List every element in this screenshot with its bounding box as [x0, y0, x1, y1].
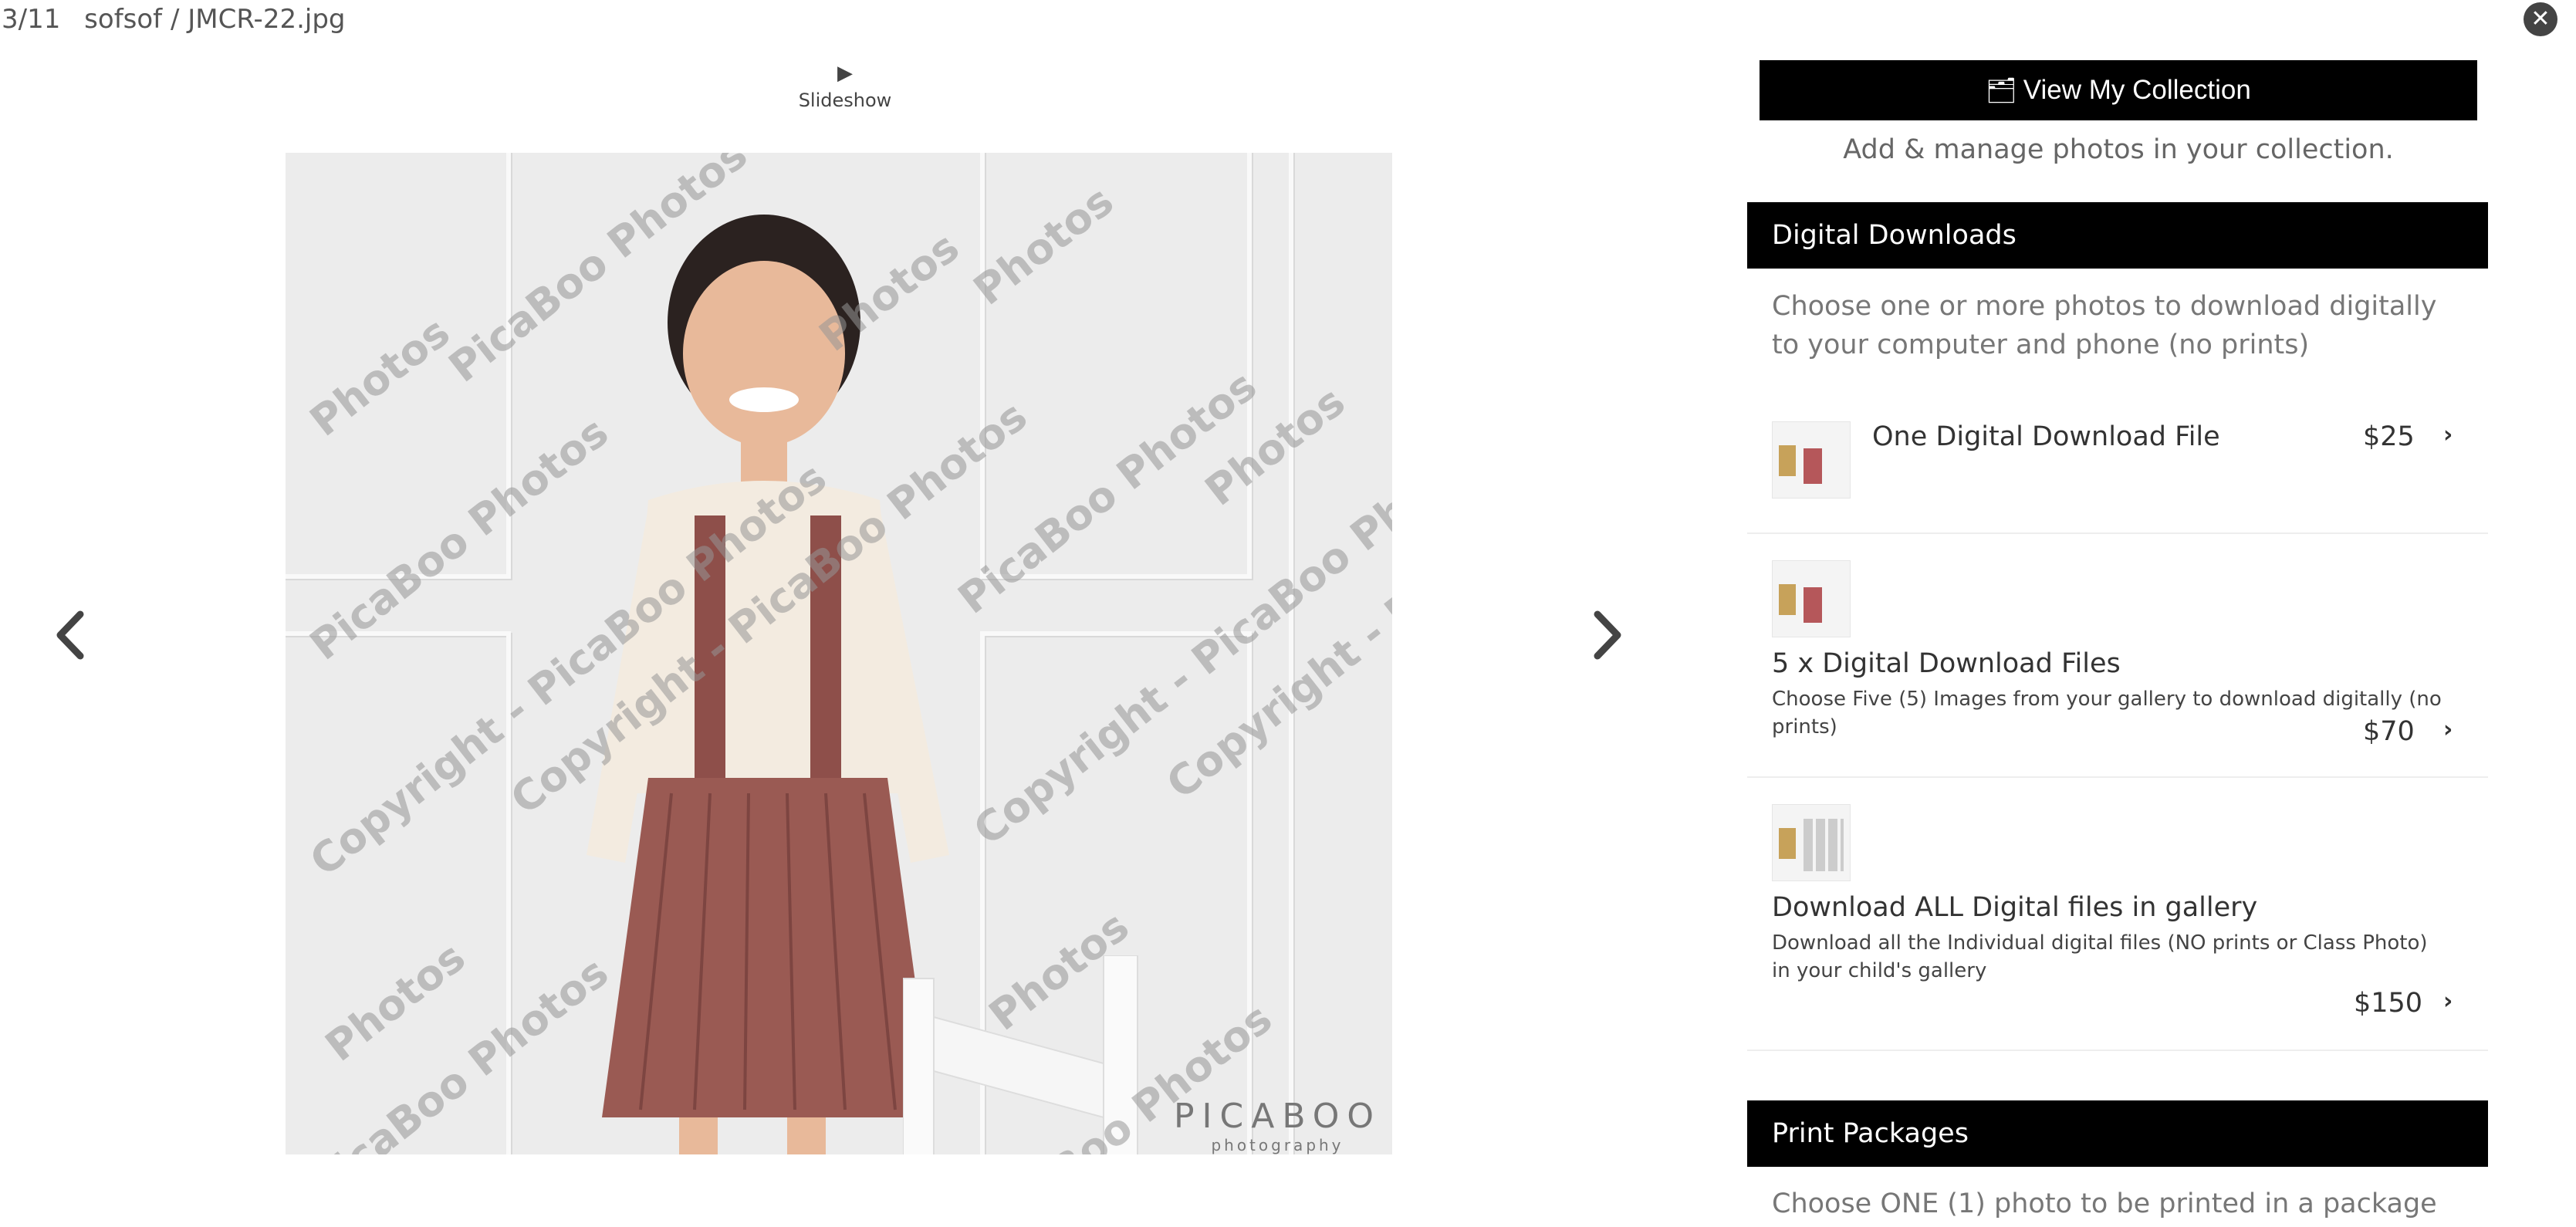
breadcrumb-path: sofsof / JMCR-22.jpg — [84, 4, 346, 35]
print-packages-description: Choose ONE (1) photo to be printed in a … — [1772, 1188, 2437, 1219]
product-thumbnail — [1772, 560, 1851, 637]
brand-tagline: photography — [1211, 1136, 1344, 1154]
breadcrumb: 3/11 sofsof / JMCR-22.jpg — [0, 0, 346, 39]
product-title: Download ALL Digital files in gallery — [1772, 892, 2258, 923]
slideshow-label: Slideshow — [798, 90, 892, 111]
product-item[interactable]: One Digital Download File $25 › — [1747, 401, 2488, 534]
view-collection-button[interactable]: 🗂 View My Collection — [1760, 60, 2477, 120]
play-icon: ▶ — [837, 62, 853, 85]
product-price: $25 — [2363, 421, 2415, 452]
digital-downloads-description: Choose one or more photos to download di… — [1772, 291, 2437, 360]
product-thumbnail — [1772, 804, 1851, 881]
chevron-right-icon: › — [2443, 716, 2453, 743]
product-description: Choose Five (5) Images from your gallery… — [1772, 688, 2442, 739]
chevron-right-icon[interactable] — [1591, 610, 1624, 664]
product-item[interactable]: Download ALL Digital files in gallery Do… — [1747, 778, 2488, 1051]
product-title: One Digital Download File — [1872, 421, 2220, 452]
close-icon[interactable]: ✕ — [2524, 2, 2557, 36]
photo-brand-logo: PICABOO photography — [1174, 1097, 1381, 1154]
view-collection-label: View My Collection — [2023, 75, 2251, 105]
digital-downloads-header: Digital Downloads — [1747, 202, 2488, 269]
brand-name: PICABOO — [1173, 1097, 1381, 1136]
chevron-left-icon[interactable] — [54, 610, 86, 664]
product-item[interactable]: 5 x Digital Download Files Choose Five (… — [1747, 534, 2488, 778]
product-thumbnail — [1772, 421, 1851, 499]
image-counter: 3/11 — [2, 4, 61, 35]
product-description: Download all the Individual digital file… — [1772, 931, 2428, 982]
chevron-right-icon: › — [2443, 421, 2453, 448]
chevron-right-icon: › — [2443, 988, 2453, 1015]
main-photo: Photos PicaBoo Photos PicaBoo Photos Cop… — [286, 153, 1392, 1154]
product-price: $150 — [2354, 988, 2423, 1019]
collection-icon: 🗂 — [1986, 76, 2017, 104]
slideshow-button[interactable]: ▶ Slideshow — [787, 62, 903, 111]
collection-subtitle: Add & manage photos in your collection. — [1843, 134, 2394, 165]
product-price: $70 — [2363, 716, 2415, 747]
print-packages-header: Print Packages — [1747, 1100, 2488, 1167]
product-title: 5 x Digital Download Files — [1772, 648, 2121, 679]
